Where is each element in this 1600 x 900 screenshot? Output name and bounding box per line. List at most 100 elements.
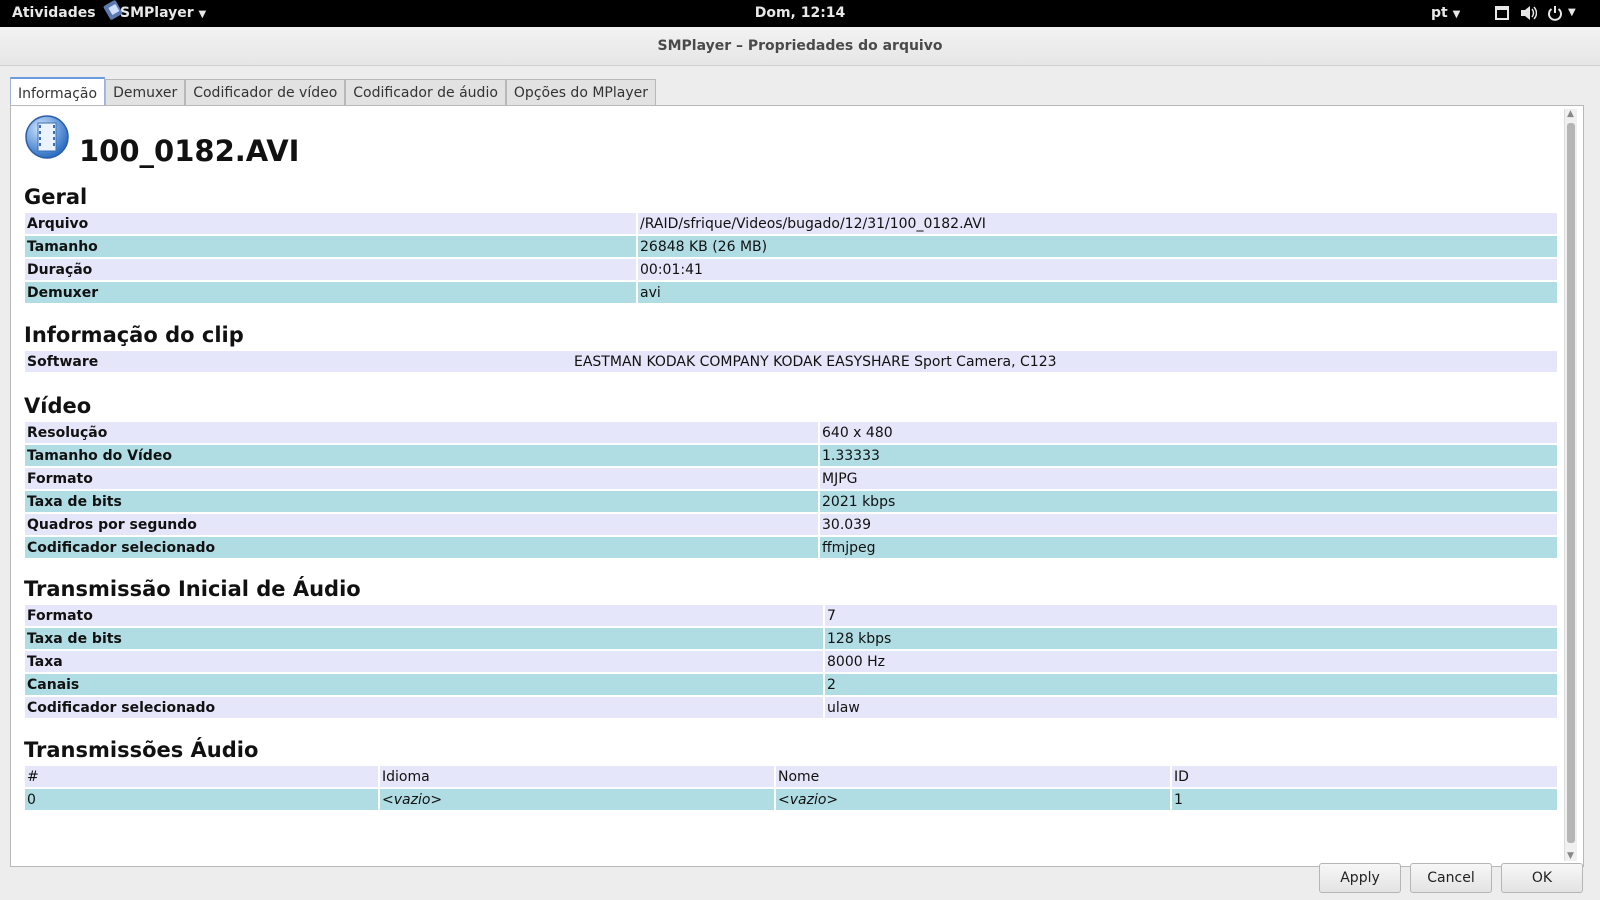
row-value: /RAID/sfrique/Videos/bugado/12/31/100_01… <box>636 213 1557 234</box>
volume-icon[interactable] <box>1519 5 1537 21</box>
language-label: pt <box>1431 5 1448 21</box>
app-menu[interactable]: SMPlayer ▼ <box>120 5 206 21</box>
chevron-down-icon: ▼ <box>198 9 207 20</box>
table-row: Resolução 640 x 480 <box>25 422 1557 443</box>
tab-codificador-video[interactable]: Codificador de vídeo <box>185 79 346 106</box>
row-key: Taxa <box>25 651 823 672</box>
table-row: Taxa 8000 Hz <box>25 651 1557 672</box>
window-title[interactable]: SMPlayer – Propriedades do arquivo <box>0 27 1600 66</box>
table-row: Taxa de bits 128 kbps <box>25 628 1557 649</box>
row-key: Resolução <box>25 422 818 443</box>
table-row: Arquivo/RAID/sfrique/Videos/bugado/12/31… <box>25 213 1557 234</box>
row-value: 26848 KB (26 MB) <box>636 236 1557 257</box>
table-row: Software EASTMAN KODAK COMPANY KODAK EASY… <box>25 351 1557 372</box>
row-value: EASTMAN KODAK COMPANY KODAK EASYSHARE Sp… <box>572 351 1557 372</box>
scroll-up-icon[interactable]: ▲ <box>1567 109 1574 119</box>
apply-button[interactable]: Apply <box>1319 863 1401 893</box>
row-key: Arquivo <box>25 213 636 234</box>
row-key: Codificador selecionado <box>25 697 823 718</box>
row-key: Codificador selecionado <box>25 537 818 558</box>
audio-table: Formato 7 Taxa de bits 128 kbps Taxa 8000 H… <box>25 603 1557 720</box>
cancel-button[interactable]: Cancel <box>1410 863 1492 893</box>
vertical-scrollbar[interactable]: ▲ ▼ <box>1564 109 1577 861</box>
row-value: 8000 Hz <box>823 651 1557 672</box>
table-row: Tamanho do Vídeo 1.33333 <box>25 445 1557 466</box>
row-value: 1.33333 <box>818 445 1557 466</box>
row-value: 640 x 480 <box>818 422 1557 443</box>
info-panel: 100_0182.AVI Geral Arquivo/RAID/sfrique/… <box>10 105 1584 867</box>
row-value: 2 <box>823 674 1557 695</box>
section-clip-title: Informação do clip <box>24 323 244 347</box>
table-cell: <vazio> <box>378 789 774 810</box>
table-row: Codificador selecionado ffmjpeg <box>25 537 1557 558</box>
row-key: Demuxer <box>25 282 636 303</box>
table-row: Formato MJPG <box>25 468 1557 489</box>
row-key: Taxa de bits <box>25 628 823 649</box>
table-cell: 1 <box>1170 789 1557 810</box>
row-key: Duração <box>25 259 636 280</box>
section-video-title: Vídeo <box>24 394 92 418</box>
table-row: Duração 00:01:41 <box>25 259 1557 280</box>
row-value: 00:01:41 <box>636 259 1557 280</box>
table-cell: <vazio> <box>774 789 1170 810</box>
row-value: 2021 kbps <box>818 491 1557 512</box>
table-cell: 0 <box>25 789 378 810</box>
language-menu[interactable]: pt ▼ <box>1431 5 1460 21</box>
table-row: Quadros por segundo 30.039 <box>25 514 1557 535</box>
row-key: Formato <box>25 468 818 489</box>
tab-codificador-audio[interactable]: Codificador de áudio <box>345 79 506 106</box>
row-value: ulaw <box>823 697 1557 718</box>
properties-window: SMPlayer – Propriedades do arquivo Infor… <box>0 27 1600 900</box>
scrollbar-thumb[interactable] <box>1567 123 1575 843</box>
power-icon[interactable] <box>1547 5 1563 21</box>
column-header: Idioma <box>378 766 774 787</box>
row-key: Canais <box>25 674 823 695</box>
info-content: 100_0182.AVI Geral Arquivo/RAID/sfrique/… <box>19 109 1557 861</box>
row-key: Tamanho do Vídeo <box>25 445 818 466</box>
row-value: MJPG <box>818 468 1557 489</box>
row-key: Quadros por segundo <box>25 514 818 535</box>
top-bar: Atividades SMPlayer ▼ Dom, 12:14 pt ▼ ▼ <box>0 0 1600 27</box>
column-header: ID <box>1170 766 1557 787</box>
row-value: 30.039 <box>818 514 1557 535</box>
column-header: # <box>25 766 378 787</box>
general-table: Arquivo/RAID/sfrique/Videos/bugado/12/31… <box>25 211 1557 305</box>
table-row: Taxa de bits 2021 kbps <box>25 491 1557 512</box>
table-row: Demuxer avi <box>25 282 1557 303</box>
video-table: Resolução 640 x 480 Tamanho do Vídeo 1.333… <box>25 420 1557 560</box>
file-name: 100_0182.AVI <box>79 134 300 168</box>
activities-button[interactable]: Atividades <box>12 5 96 21</box>
video-file-icon <box>25 115 69 159</box>
section-streams-title: Transmissões Áudio <box>24 738 259 762</box>
table-row: Codificador selecionado ulaw <box>25 697 1557 718</box>
tab-demuxer[interactable]: Demuxer <box>105 79 186 106</box>
ok-button[interactable]: OK <box>1501 863 1583 893</box>
table-row: Formato 7 <box>25 605 1557 626</box>
table-row: Canais 2 <box>25 674 1557 695</box>
row-value: 128 kbps <box>823 628 1557 649</box>
clock[interactable]: Dom, 12:14 <box>755 5 846 21</box>
row-value: 7 <box>823 605 1557 626</box>
table-row: Tamanho 26848 KB (26 MB) <box>25 236 1557 257</box>
row-key: Software <box>25 351 572 372</box>
streams-table: # Idioma Nome ID 0 <vazio> <vazio> 1 <box>25 764 1557 812</box>
row-key: Tamanho <box>25 236 636 257</box>
tab-informacao[interactable]: Informação <box>10 77 106 107</box>
row-value: avi <box>636 282 1557 303</box>
section-audio-title: Transmissão Inicial de Áudio <box>24 577 361 601</box>
app-menu-label: SMPlayer <box>120 5 194 21</box>
section-geral-title: Geral <box>24 185 88 209</box>
row-value: ffmjpeg <box>818 537 1557 558</box>
scroll-down-icon[interactable]: ▼ <box>1567 851 1574 861</box>
column-header: Nome <box>774 766 1170 787</box>
tab-opcoes-mplayer[interactable]: Opções do MPlayer <box>505 79 656 106</box>
table-header-row: # Idioma Nome ID <box>25 766 1557 787</box>
tab-bar: Informação Demuxer Codificador de vídeo … <box>10 77 656 107</box>
clip-table: Software EASTMAN KODAK COMPANY KODAK EASY… <box>25 349 1557 374</box>
table-row: 0 <vazio> <vazio> 1 <box>25 789 1557 810</box>
chevron-down-icon[interactable]: ▼ <box>1568 7 1576 18</box>
window-icon[interactable] <box>1494 5 1510 21</box>
row-key: Taxa de bits <box>25 491 818 512</box>
row-key: Formato <box>25 605 823 626</box>
chevron-down-icon: ▼ <box>1452 9 1461 20</box>
